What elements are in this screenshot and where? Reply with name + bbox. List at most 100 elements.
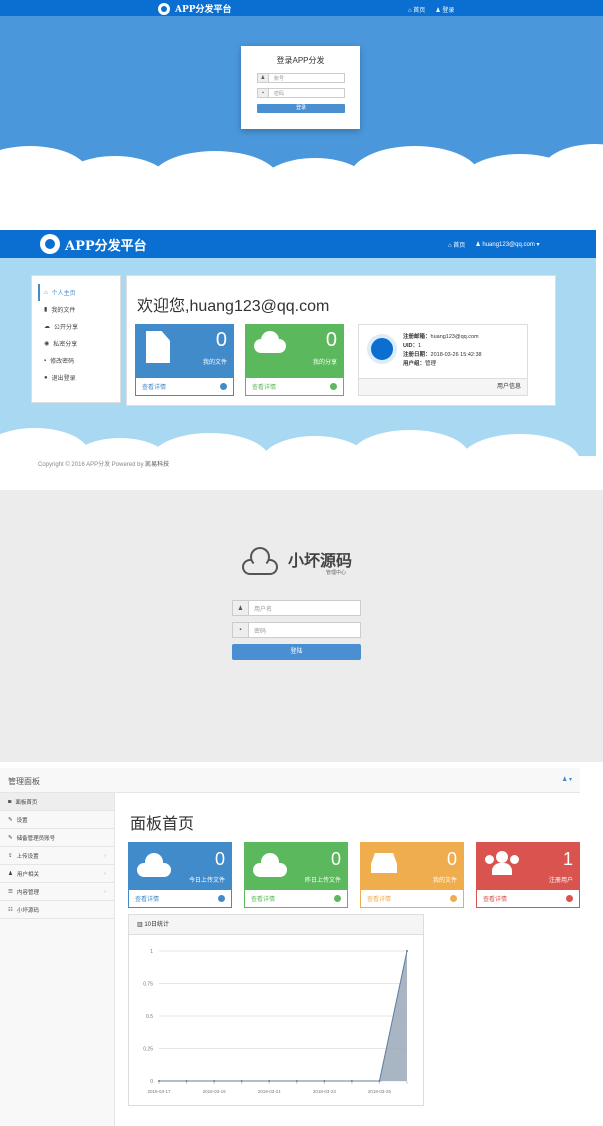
users-icon [485, 851, 519, 875]
wrench-icon: ✎ [8, 816, 13, 823]
bar-chart-icon: ▥ [137, 922, 143, 928]
username-field[interactable]: ♟ 用户名 [232, 600, 361, 616]
login-card: 登录APP分发 ♟ 账号 ▪ 密码 登录 [241, 46, 360, 129]
password-field[interactable]: ▪ 密码 [257, 88, 345, 98]
cloud-icon: ☁ [44, 324, 50, 330]
sidebar-item-private-share[interactable]: ◉ 私密分享 [38, 335, 114, 352]
arrow-circle-icon [220, 383, 227, 390]
upload-icon: ⇪ [8, 852, 13, 859]
logo-icon [40, 234, 60, 254]
nav-login[interactable]: ♟ 登录 [435, 5, 454, 14]
nav-home[interactable]: ⌂ 首页 [408, 5, 425, 14]
y-tick-label: 0 [150, 1079, 153, 1085]
stat-link[interactable]: 查看详情 [245, 890, 347, 907]
menu-item-settings[interactable]: ✎ 设置 [0, 811, 114, 829]
user-menu-icon[interactable]: ♟ ▾ [562, 776, 572, 783]
wrench-icon: ✎ [8, 834, 13, 841]
user-dashboard-screen: APP分发平台 ⌂ 首页 ♟ huang123@qq.com ▾ ⌂ 个人主页 ▮… [0, 230, 603, 486]
data-point [158, 1080, 160, 1082]
data-point [185, 1080, 188, 1082]
chart-title: 10日统计 [144, 922, 170, 928]
arrow-circle-icon [218, 895, 225, 902]
sidebar-item-password[interactable]: ▪ 修改密码 [38, 352, 114, 369]
top-navbar: APP分发平台 ⌂ 首页 ♟ huang123@qq.com ▾ [0, 230, 596, 258]
chart-panel: ▥ 10日统计 0 0.25 0.5 0.75 1 2018-03-17 2018-03-1… [128, 914, 424, 1106]
stat-my-shares: 0 我的分享 查看详情 [245, 324, 344, 396]
sky-background: ⌂ 个人主页 ▮ 我的文件 ☁ 公开分享 ◉ 私密分享 ▪ 修改密码 ● 退出登录 欢迎您,… [0, 258, 596, 484]
dashboard-icon: ◙ [8, 798, 12, 805]
data-point [323, 1080, 326, 1082]
x-tick-label: 2018-03-19 [203, 1089, 227, 1094]
brand-name: APP分发平台 [175, 5, 232, 15]
brand[interactable]: APP分发平台 [158, 2, 232, 15]
main-content: 欢迎您,huang123@qq.com 0 我的文件 查看详情 0 我的分享 查… [126, 275, 556, 406]
lock-icon: ▪ [44, 357, 47, 364]
password-field[interactable]: ▪ 密码 [232, 622, 361, 638]
x-tick-label: 2018-03-25 [368, 1089, 392, 1094]
menu-item-dashboard[interactable]: ◙ 面板首页 [0, 793, 114, 811]
lock-icon: ▪ [258, 89, 269, 97]
list-icon: ☷ [8, 906, 13, 913]
logout-icon: ● [44, 374, 48, 381]
chart-header: ▥ 10日统计 [129, 915, 423, 935]
lock-icon: ▪ [233, 623, 249, 637]
sidebar-item-home[interactable]: ⌂ 个人主页 [38, 284, 114, 301]
x-tick-label: 2018-03-23 [313, 1089, 337, 1094]
brand-name: APP分发平台 [65, 238, 147, 254]
admin-login-screen: 小坏源码 管理中心 ♟ 用户名 ▪ 密码 登陆 [0, 490, 603, 762]
stat-link[interactable]: 查看详情 [477, 890, 579, 907]
sidebar-item-public-share[interactable]: ☁ 公开分享 [38, 318, 114, 335]
sidebar-item-files[interactable]: ▮ 我的文件 [38, 301, 114, 318]
arrow-circle-icon [450, 895, 457, 902]
menu-item-upload-settings[interactable]: ⇪ 上传设置 › [0, 847, 114, 865]
login-button[interactable]: 登录 [257, 104, 345, 113]
user-icon: ♟ [258, 74, 269, 82]
arrow-circle-icon [334, 895, 341, 902]
stat-link[interactable]: 查看详情 [246, 378, 343, 395]
brand[interactable]: APP分发平台 [40, 234, 147, 254]
user-info-card: 注册邮箱：huang123@qq.com UID：1 注册日期：2018-03-… [358, 324, 528, 396]
stat-my-files: 0 我的文件 查看详情 [360, 842, 464, 908]
stat-link[interactable]: 查看详情 [361, 890, 463, 907]
user-info-link[interactable]: 用户信息 [359, 378, 527, 395]
menu-item-content[interactable]: ☰ 内容管理 › [0, 883, 114, 901]
stat-link[interactable]: 查看详情 [129, 890, 231, 907]
admin-topbar: 管理面板 ♟ ▾ [0, 768, 580, 793]
data-point [378, 1080, 381, 1082]
login-title: 登录APP分发 [276, 56, 325, 65]
login-screen: APP分发平台 ⌂ 首页 ♟ 登录 登录APP分发 ♟ 账号 ▪ 密码 登录 [0, 0, 603, 222]
stat-link[interactable]: 查看详情 [136, 378, 233, 395]
eye-icon: ◉ [44, 341, 50, 347]
data-point [295, 1080, 298, 1082]
inbox-icon [371, 853, 397, 873]
chevron-right-icon: › [104, 852, 106, 859]
arrow-circle-icon [566, 895, 573, 902]
sky-background: 登录APP分发 ♟ 账号 ▪ 密码 登录 [0, 16, 603, 222]
nav-home[interactable]: ⌂ 首页 [448, 240, 465, 249]
brand-name: 小坏源码 [288, 553, 353, 570]
top-navbar: APP分发平台 ⌂ 首页 ♟ 登录 [0, 0, 603, 16]
stat-my-files: 0 我的文件 查看详情 [135, 324, 234, 396]
area-chart: 0 0.25 0.5 0.75 1 2018-03-17 2018-03-19 2018-03… [143, 949, 408, 1094]
footer-company-link[interactable]: 凯易科技 [145, 462, 169, 468]
login-button[interactable]: 登陆 [232, 644, 361, 660]
power-icon [367, 334, 397, 364]
menu-item-users[interactable]: ♟ 用户相关 › [0, 865, 114, 883]
file-icon [146, 331, 170, 363]
user-icon: ♟ [233, 601, 249, 615]
username-field[interactable]: ♟ 账号 [257, 73, 345, 83]
stat-yesterday-uploads: 0 昨日上传文件 查看详情 [244, 842, 348, 908]
y-tick-label: 1 [150, 949, 153, 955]
admin-dashboard-screen: 管理面板 ♟ ▾ ◙ 面板首页 ✎ 设置 ✎ 储备管理员账号 ⇪ 上传设置 › ♟ 用户相关… [0, 768, 603, 1126]
nav-links: ⌂ 首页 ♟ 登录 [408, 5, 454, 14]
list-icon: ☰ [8, 888, 13, 895]
nav-links: ⌂ 首页 ♟ huang123@qq.com ▾ [448, 240, 540, 249]
cloud-logo-icon [242, 545, 280, 575]
admin-title[interactable]: 管理面板 [8, 776, 40, 787]
menu-item-source[interactable]: ☷ 小坏源码 [0, 901, 114, 919]
menu-item-admin-account[interactable]: ✎ 储备管理员账号 [0, 829, 114, 847]
chevron-right-icon: › [104, 888, 106, 895]
sidebar-item-logout[interactable]: ● 退出登录 [38, 369, 114, 386]
data-point [240, 1080, 243, 1082]
nav-user[interactable]: ♟ huang123@qq.com ▾ [475, 241, 539, 248]
